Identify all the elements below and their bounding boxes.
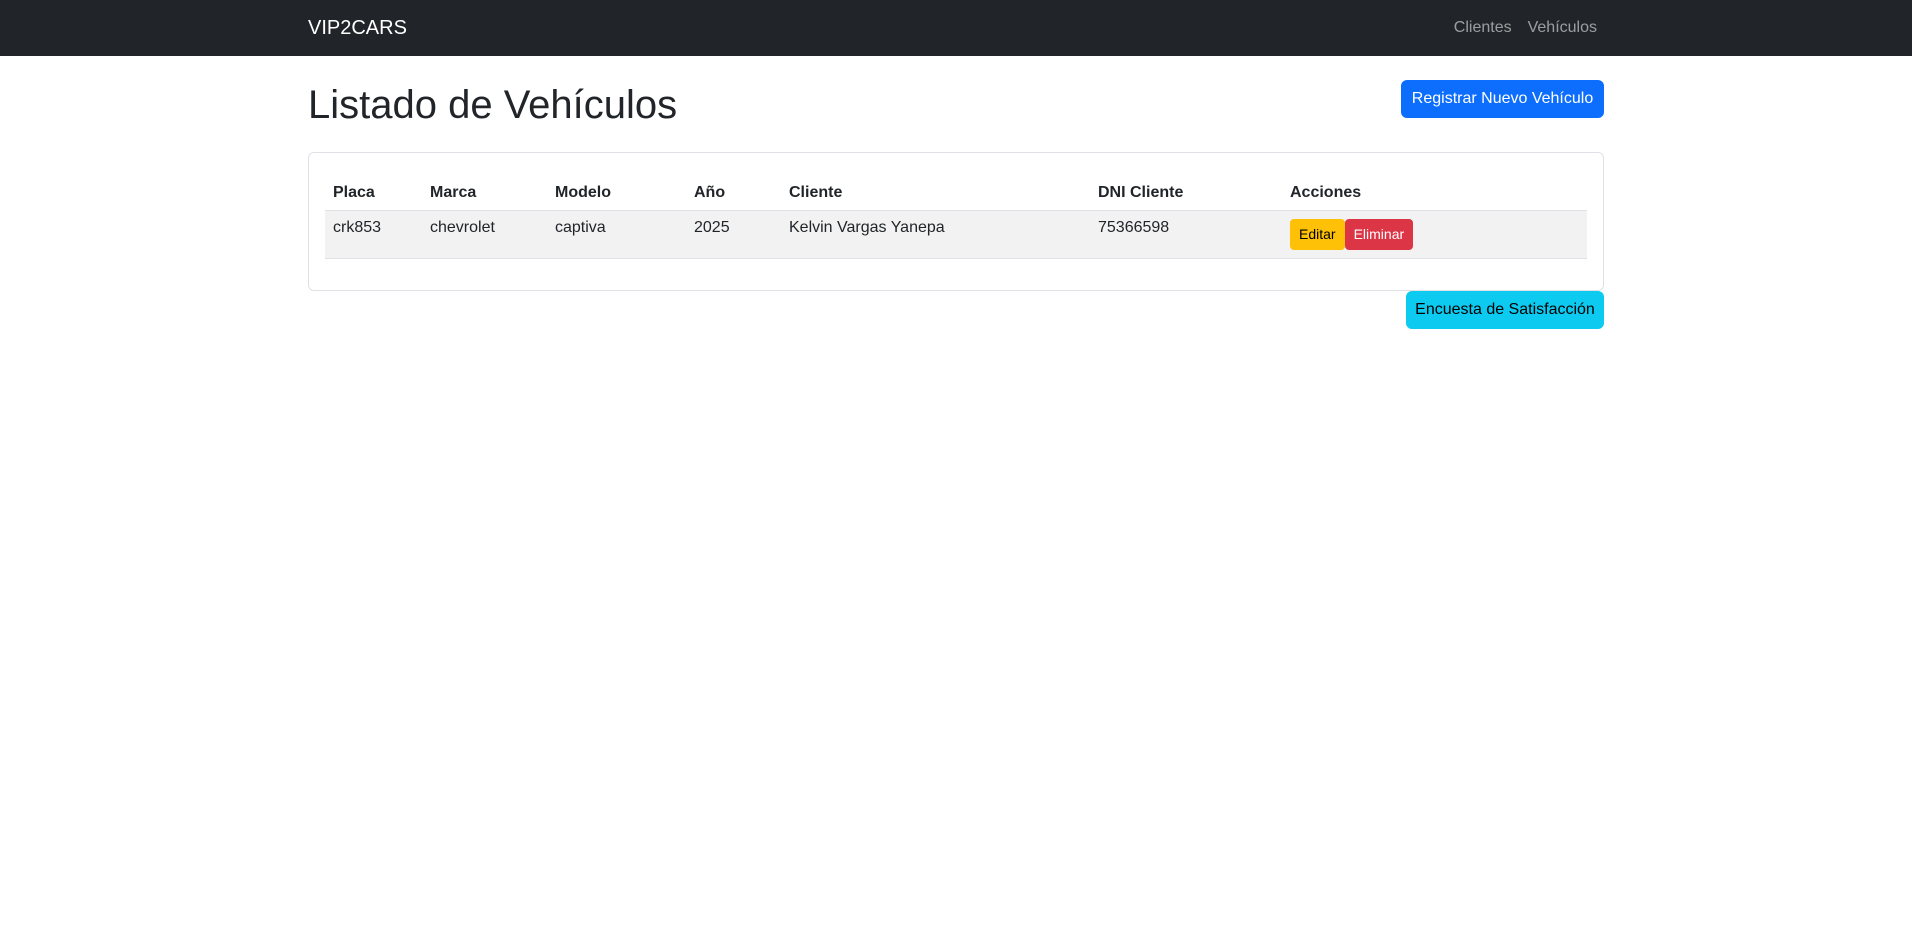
header-dni: DNI Cliente	[1090, 169, 1282, 211]
cell-cliente: Kelvin Vargas Yanepa	[781, 210, 1090, 259]
header-anio: Año	[686, 169, 781, 211]
table-header-row: Placa Marca Modelo Año Cliente DNI Clien…	[325, 169, 1587, 211]
cell-placa: crk853	[325, 210, 422, 259]
delete-button[interactable]: Eliminar	[1344, 218, 1414, 250]
cell-acciones: Editar Eliminar	[1282, 210, 1587, 259]
vehicles-table: Placa Marca Modelo Año Cliente DNI Clien…	[325, 169, 1587, 259]
header-acciones: Acciones	[1282, 169, 1587, 211]
header-modelo: Modelo	[547, 169, 686, 211]
row-actions: Editar Eliminar	[1290, 218, 1579, 250]
cell-anio: 2025	[686, 210, 781, 259]
nav-links: Clientes Vehículos	[1454, 16, 1597, 40]
page-title: Listado de Vehículos	[308, 83, 678, 127]
table-row: crk853 chevrolet captiva 2025 Kelvin Var…	[325, 210, 1587, 259]
navbar: VIP2CARS Clientes Vehículos	[0, 0, 1912, 56]
new-vehicle-button[interactable]: Registrar Nuevo Vehículo	[1401, 80, 1604, 118]
header-cliente: Cliente	[781, 169, 1090, 211]
header-placa: Placa	[325, 169, 422, 211]
edit-button[interactable]: Editar	[1290, 218, 1345, 250]
brand-link[interactable]: VIP2CARS	[308, 15, 407, 41]
survey-button[interactable]: Encuesta de Satisfacción	[1406, 291, 1604, 329]
nav-link-clientes[interactable]: Clientes	[1454, 16, 1512, 40]
header-marca: Marca	[422, 169, 547, 211]
cell-marca: chevrolet	[422, 210, 547, 259]
cell-modelo: captiva	[547, 210, 686, 259]
vehicles-card: Placa Marca Modelo Año Cliente DNI Clien…	[308, 152, 1604, 291]
cell-dni: 75366598	[1090, 210, 1282, 259]
nav-link-vehiculos[interactable]: Vehículos	[1528, 16, 1597, 40]
